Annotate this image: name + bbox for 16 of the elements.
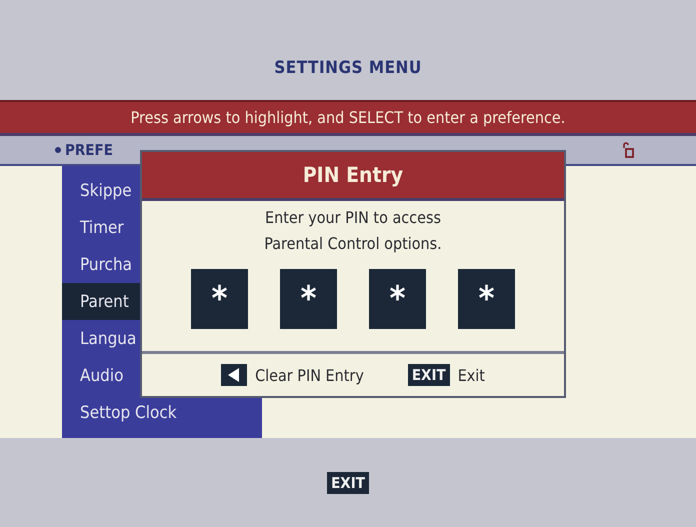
pin-digit-field[interactable]: *: [191, 269, 248, 329]
lock-icon: [622, 142, 634, 158]
hint-text: Exit: [458, 366, 485, 384]
menu-item[interactable]: Settop Clock: [62, 394, 262, 431]
menu-title: SETTINGS MENU: [274, 58, 422, 78]
dialog-message: Enter your PIN to access Parental Control options.: [263, 207, 443, 255]
section-label: PREFE: [55, 141, 113, 159]
pin-digit-field[interactable]: *: [369, 269, 426, 329]
hint-text: Clear PIN Entry: [255, 366, 364, 384]
left-arrow-key-icon: [221, 364, 248, 386]
exit-key[interactable]: EXIT: [327, 472, 369, 494]
dialog-title: PIN Entry: [142, 152, 564, 201]
pin-digit-field[interactable]: *: [458, 269, 515, 329]
exit-key[interactable]: EXIT: [408, 364, 450, 386]
pin-digit-field[interactable]: *: [280, 269, 337, 329]
instruction-text: Press arrows to highlight, and SELECT to enter a preference.: [130, 108, 566, 127]
